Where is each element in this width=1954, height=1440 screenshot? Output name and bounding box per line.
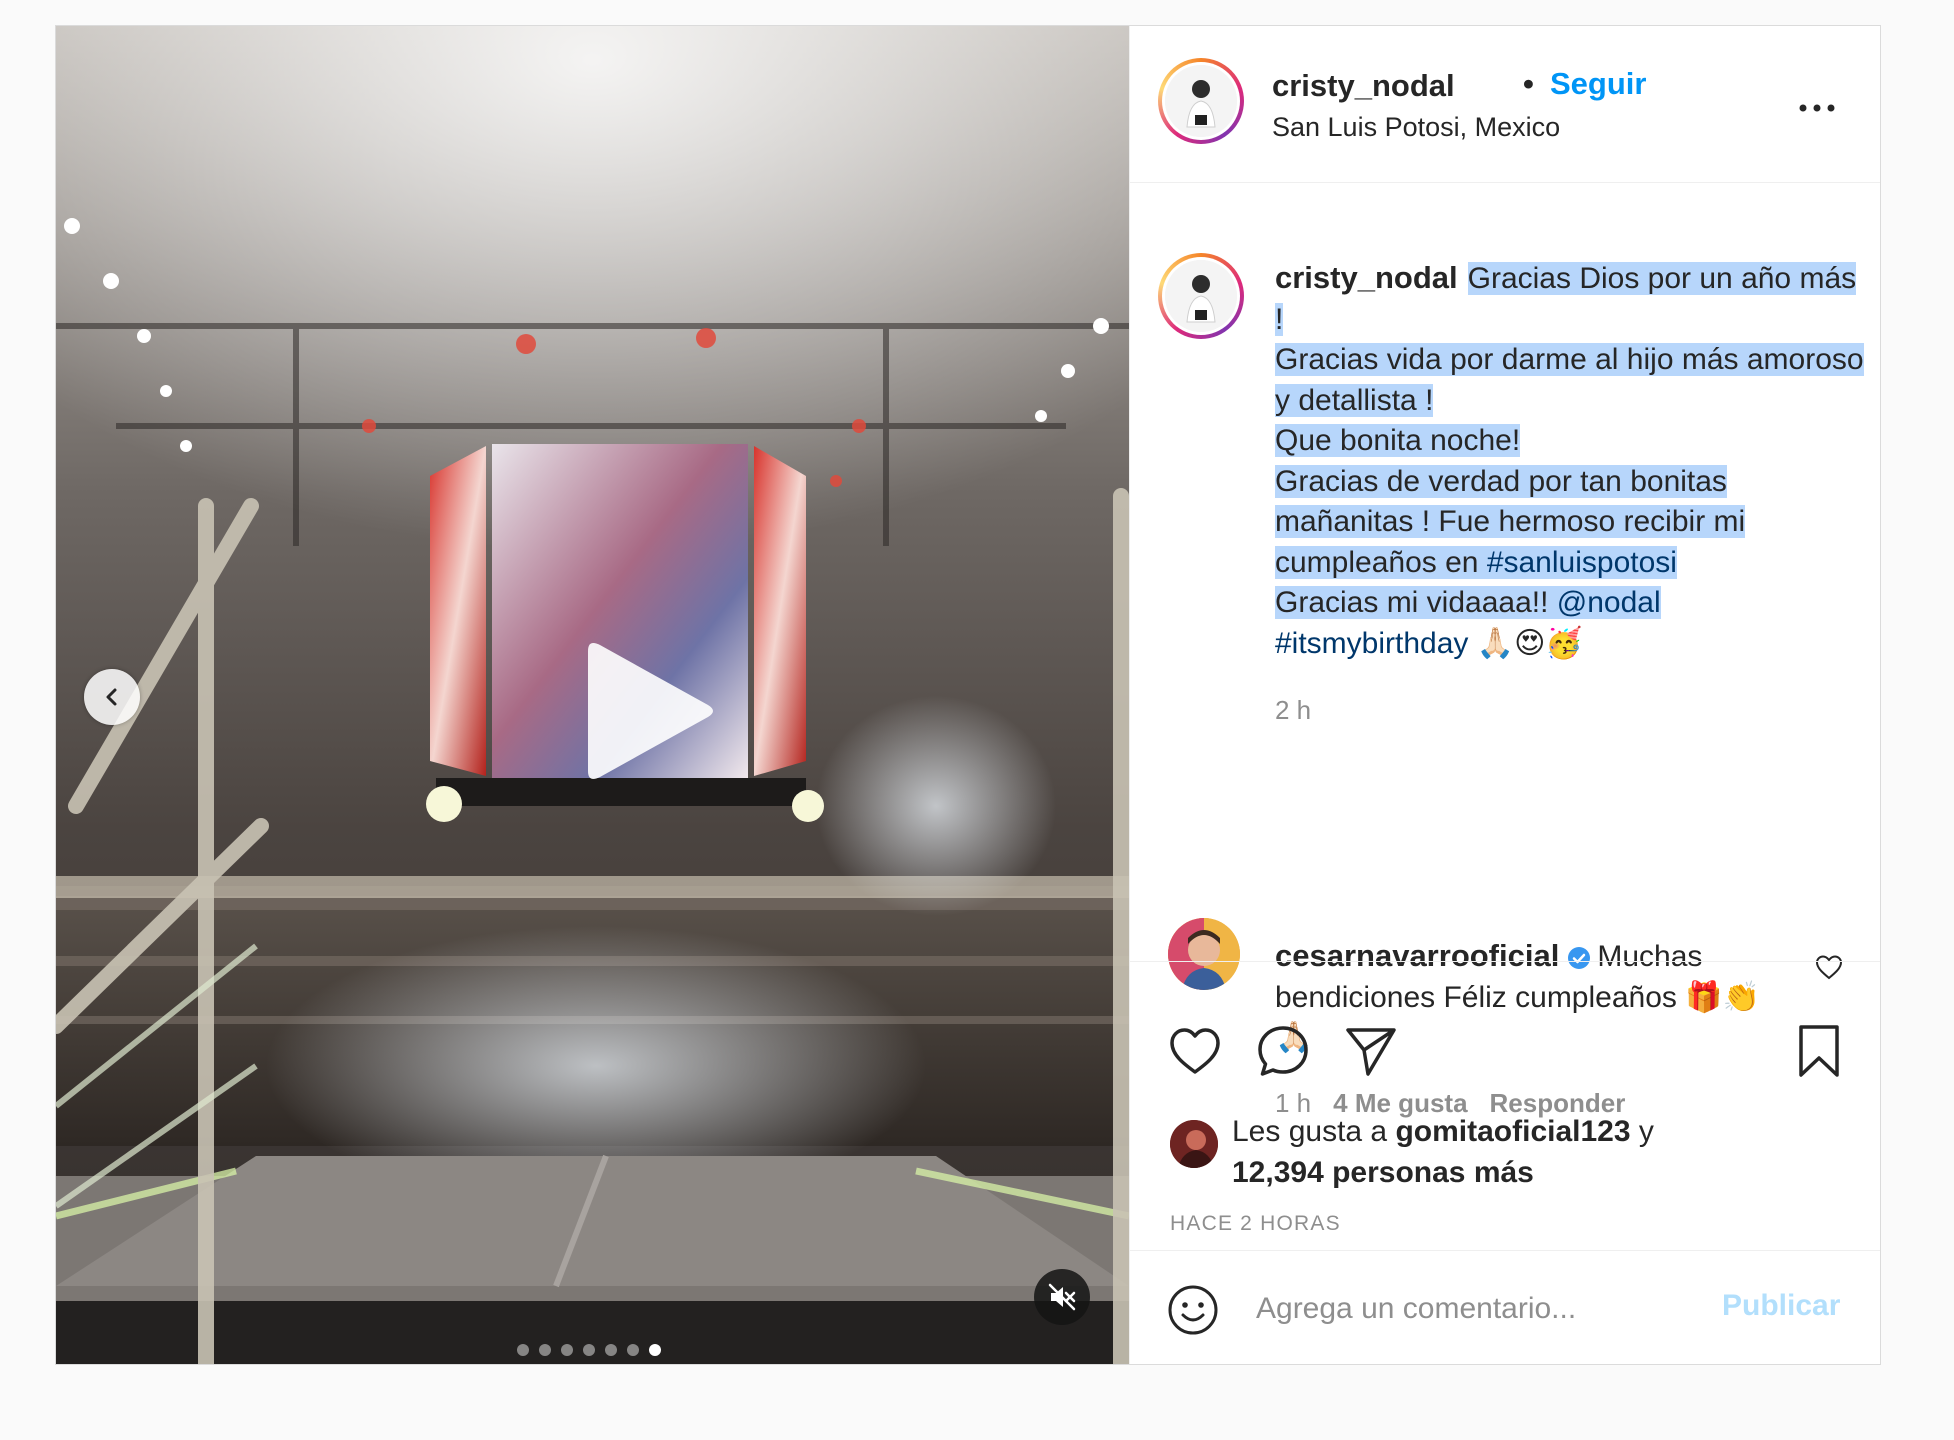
carousel-dot <box>605 1344 617 1356</box>
post-date[interactable]: HACE 2 HORAS <box>1170 1212 1341 1236</box>
emoji-smiley-icon[interactable] <box>1166 1283 1220 1337</box>
comment-bubble-icon[interactable] <box>1254 1022 1312 1080</box>
carousel-indicator <box>517 1344 661 1356</box>
hashtag-link[interactable]: #sanluispotosi <box>1487 546 1677 579</box>
carousel-dot <box>561 1344 573 1356</box>
post-media-video[interactable] <box>56 26 1129 1364</box>
likes-count-link[interactable]: 12,394 personas más <box>1232 1156 1534 1189</box>
likes-text: Les gusta a gomitaoficial123 y 12,394 pe… <box>1232 1112 1832 1193</box>
post-side-panel: cristy_nodal • Seguir San Luis Potosi, M… <box>1129 26 1880 1364</box>
caption-timestamp[interactable]: 2 h <box>1275 690 1865 731</box>
comment-input[interactable] <box>1254 1281 1708 1337</box>
carousel-dot-active <box>649 1344 661 1356</box>
caption-emojis: 🙏🏻😍🥳 <box>1476 626 1583 660</box>
caption-line: Gracias vida por darme al hijo más amoro… <box>1275 343 1864 417</box>
liker-avatar[interactable] <box>1170 1120 1218 1168</box>
mention-link[interactable]: @nodal <box>1557 586 1661 619</box>
caption-line: Que bonita noche! <box>1275 424 1521 457</box>
liker-avatar-image <box>1170 1120 1218 1168</box>
carousel-dot <box>517 1344 529 1356</box>
carousel-dot <box>583 1344 595 1356</box>
follow-button[interactable]: Seguir <box>1550 66 1646 102</box>
more-options-icon[interactable] <box>1795 96 1839 120</box>
play-icon[interactable] <box>530 611 730 811</box>
caption-line: Gracias mi vidaaaa!! <box>1275 586 1549 619</box>
carousel-dot <box>627 1344 639 1356</box>
caption-username-link[interactable]: cristy_nodal <box>1275 260 1458 295</box>
post-actions: Les gusta a gomitaoficial123 y 12,394 pe… <box>1130 961 1880 1291</box>
chevron-left-icon <box>106 688 117 706</box>
post-header: cristy_nodal • Seguir San Luis Potosi, M… <box>1130 26 1880 183</box>
previous-slide-button[interactable] <box>84 669 140 725</box>
carousel-dot <box>539 1344 551 1356</box>
author-username-link[interactable]: cristy_nodal <box>1272 68 1455 104</box>
hashtag-link[interactable]: #itsmybirthday <box>1275 627 1468 660</box>
likes-connector: y <box>1638 1115 1654 1148</box>
speaker-muted-icon <box>1048 1283 1076 1311</box>
mute-toggle-button[interactable] <box>1034 1269 1090 1325</box>
location-link[interactable]: San Luis Potosi, Mexico <box>1272 112 1560 143</box>
author-avatar-image <box>1165 65 1237 137</box>
save-bookmark-icon[interactable] <box>1790 1022 1848 1080</box>
instagram-post: cristy_nodal • Seguir San Luis Potosi, M… <box>55 25 1881 1365</box>
likes-prefix: Les gusta a <box>1232 1115 1388 1148</box>
caption-text: cristy_nodal Gracias Dios por un año más … <box>1275 258 1865 731</box>
liker-username-link[interactable]: gomitaoficial123 <box>1395 1115 1630 1148</box>
publish-button[interactable]: Publicar <box>1722 1289 1840 1323</box>
like-heart-icon[interactable] <box>1166 1022 1224 1080</box>
share-paper-plane-icon[interactable] <box>1342 1022 1400 1080</box>
caption-author-avatar[interactable] <box>1158 253 1244 339</box>
separator-bullet: • <box>1523 66 1534 101</box>
add-comment-bar: Publicar <box>1130 1250 1880 1364</box>
author-avatar[interactable] <box>1158 58 1244 144</box>
caption-avatar-image <box>1165 260 1237 332</box>
